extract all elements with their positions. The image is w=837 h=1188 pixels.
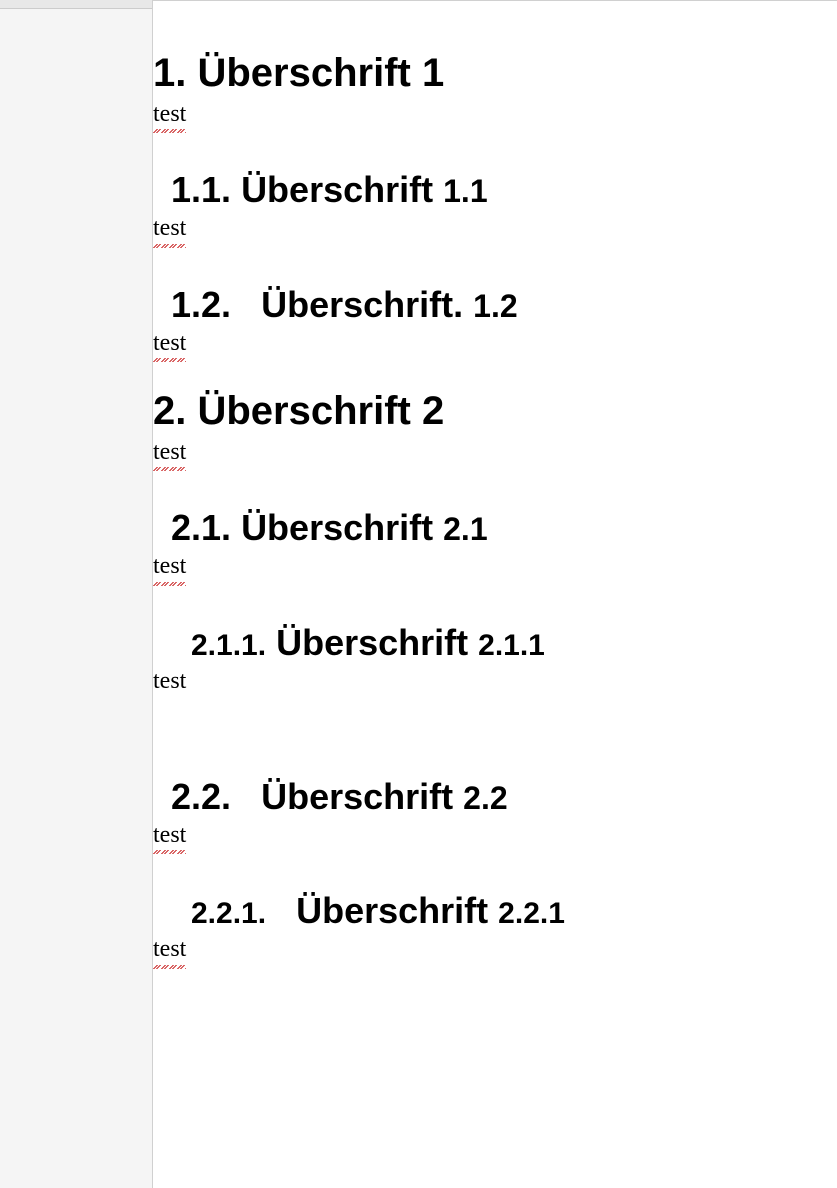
- document-page[interactable]: 1. Überschrift 1 test 1.1. Überschrift 1…: [152, 0, 837, 1188]
- heading-title: Überschrift: [241, 169, 433, 210]
- paragraph[interactable]: test: [153, 820, 837, 851]
- heading-2[interactable]: 2. Überschrift 2: [153, 369, 837, 435]
- heading-suffix: 2.1.1: [478, 629, 545, 662]
- paragraph[interactable]: test: [153, 666, 837, 697]
- heading-suffix: 2.2: [463, 780, 507, 816]
- heading-number: 2.1.1.: [191, 629, 266, 662]
- heading-2-2[interactable]: 2.2. Überschrift 2.2: [153, 747, 837, 818]
- heading-number: 2.: [153, 389, 186, 433]
- heading-suffix: 2.1: [443, 511, 487, 547]
- heading-2-1-1[interactable]: 2.1.1. Überschrift 2.1.1: [153, 593, 837, 664]
- heading-suffix: 1.2: [473, 288, 517, 324]
- heading-number: 1.2.: [171, 284, 231, 325]
- heading-1[interactable]: 1. Überschrift 1: [153, 31, 837, 97]
- heading-2-1[interactable]: 2.1. Überschrift 2.1: [153, 478, 837, 549]
- heading-number: 1.: [153, 51, 186, 95]
- heading-suffix: 2: [422, 389, 444, 433]
- heading-suffix: 2.2.1: [498, 897, 565, 930]
- heading-suffix: 1.1: [443, 173, 487, 209]
- paragraph[interactable]: test: [153, 551, 837, 582]
- ruler-margin: [0, 0, 152, 9]
- paragraph[interactable]: test: [153, 934, 837, 965]
- heading-title: Überschrift: [276, 622, 468, 663]
- heading-title: Überschrift: [197, 389, 410, 433]
- spellcheck-word: test: [153, 99, 186, 130]
- body-word: test: [153, 668, 186, 694]
- heading-2-2-1[interactable]: 2.2.1. Überschrift 2.2.1: [153, 861, 837, 932]
- spellcheck-word: test: [153, 213, 186, 244]
- spellcheck-word: test: [153, 551, 186, 582]
- spellcheck-word: test: [153, 934, 186, 965]
- paragraph[interactable]: test: [153, 437, 837, 468]
- heading-title: Überschrift: [261, 776, 453, 817]
- heading-1-2[interactable]: 1.2. Überschrift. 1.2: [153, 255, 837, 326]
- heading-title: Überschrift: [241, 507, 433, 548]
- document-content: 1. Überschrift 1 test 1.1. Überschrift 1…: [153, 31, 837, 966]
- heading-number: 2.2.: [171, 776, 231, 817]
- paragraph[interactable]: test: [153, 99, 837, 130]
- heading-number: 2.1.: [171, 507, 231, 548]
- spellcheck-word: test: [153, 820, 186, 851]
- heading-title: Überschrift: [197, 51, 410, 95]
- spellcheck-word: test: [153, 328, 186, 359]
- spellcheck-word: test: [153, 437, 186, 468]
- paragraph[interactable]: test: [153, 328, 837, 359]
- paragraph[interactable]: test: [153, 213, 837, 244]
- heading-title: Überschrift.: [261, 284, 463, 325]
- heading-suffix: 1: [422, 51, 444, 95]
- blank-line: [153, 707, 837, 747]
- heading-number: 2.2.1.: [191, 897, 266, 930]
- heading-1-1[interactable]: 1.1. Überschrift 1.1: [153, 140, 837, 211]
- heading-number: 1.1.: [171, 169, 231, 210]
- heading-title: Überschrift: [296, 890, 488, 931]
